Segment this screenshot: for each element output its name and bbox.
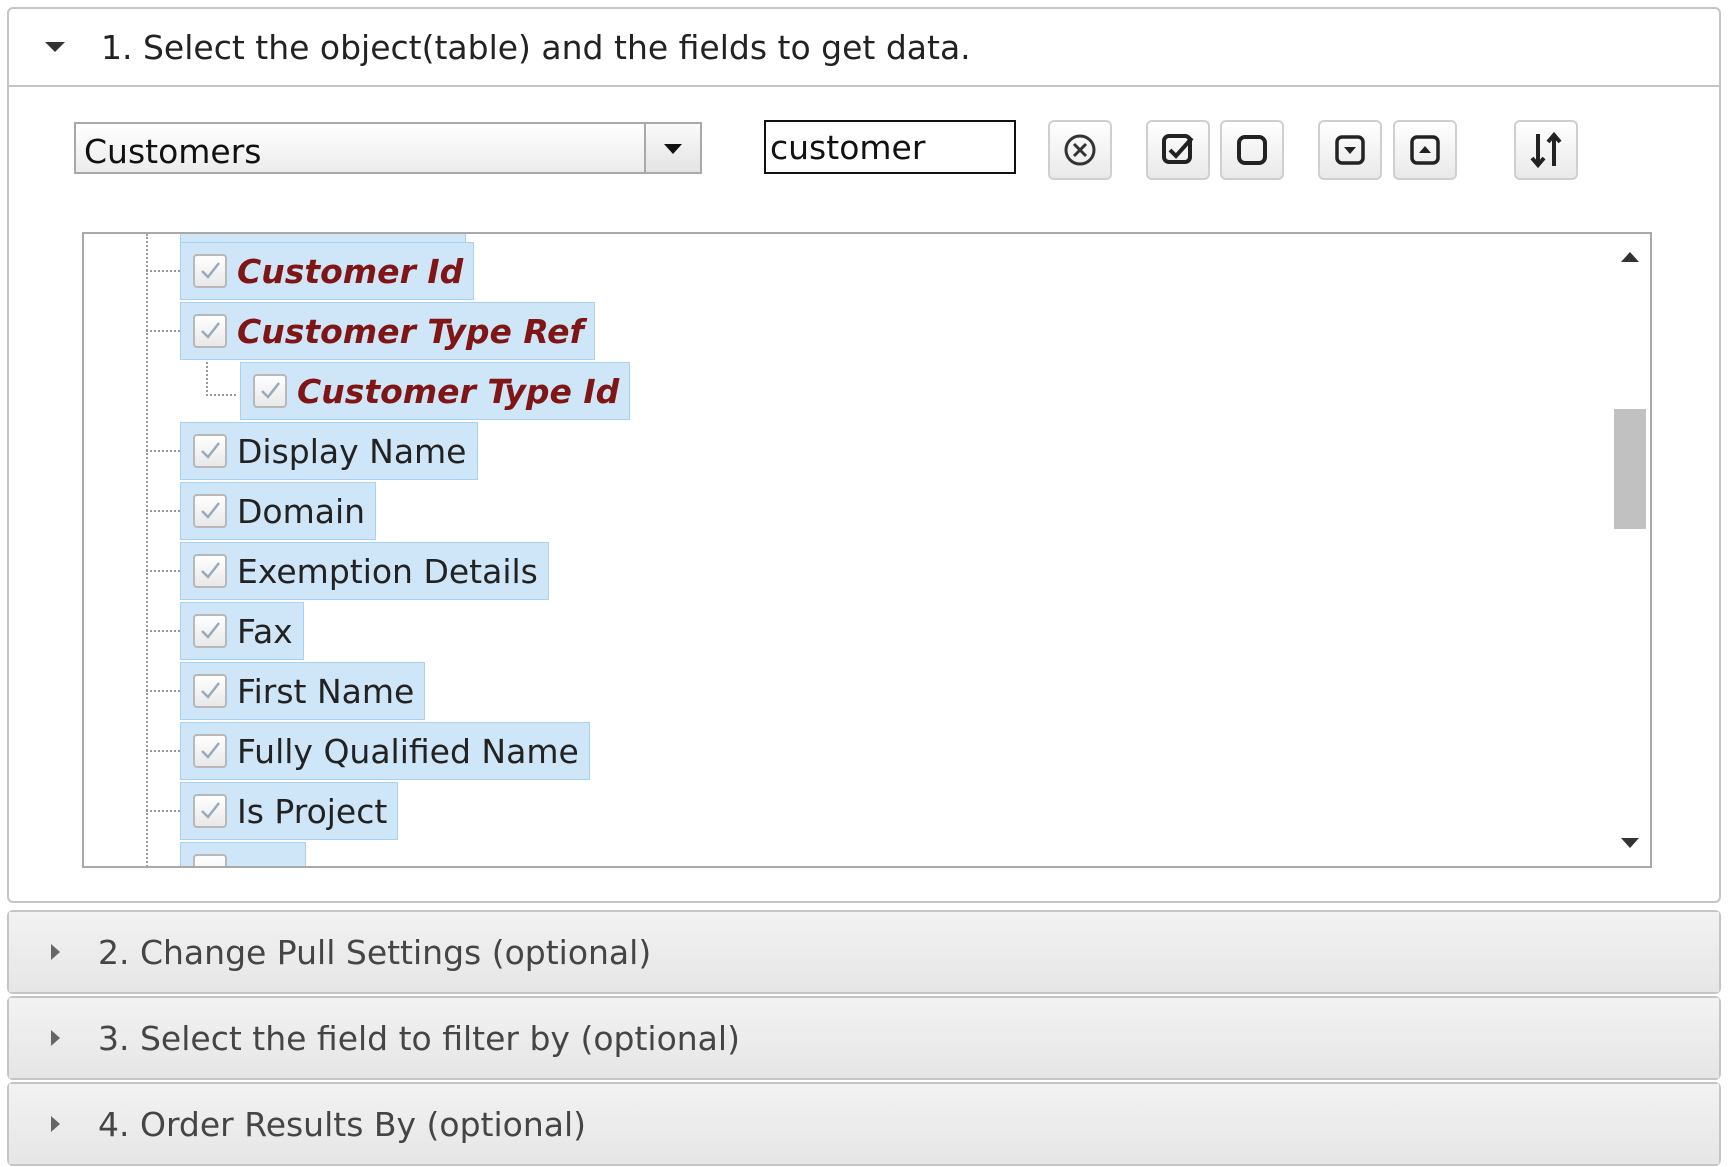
tree-node[interactable]: Fully Qualified Name	[180, 722, 590, 780]
checkbox-icon[interactable]	[193, 254, 227, 288]
chevron-right-icon[interactable]	[51, 944, 60, 960]
section-pull-settings[interactable]: 2. Change Pull Settings (optional)	[7, 910, 1721, 994]
checkbox-icon[interactable]	[193, 734, 227, 768]
expand-all-icon	[1335, 135, 1365, 165]
tree-scrollbar[interactable]	[1610, 234, 1650, 866]
scroll-up-icon[interactable]	[1621, 252, 1639, 262]
tree-node[interactable]: Domain	[180, 482, 377, 540]
tree-node-label: Is Project	[237, 791, 388, 831]
collapse-all-icon	[1410, 135, 1440, 165]
collapse-all-button[interactable]	[1393, 120, 1457, 180]
checkbox-icon[interactable]	[193, 314, 227, 348]
section-filter[interactable]: 3. Select the field to filter by (option…	[7, 996, 1721, 1080]
tree-connector	[146, 630, 180, 632]
sort-icon	[1530, 131, 1562, 169]
tree-node[interactable]: Is Project	[180, 782, 399, 840]
field-tree: Customer Id Customer Type Ref Customer T…	[82, 232, 1652, 868]
tree-connector	[206, 394, 236, 396]
tree-connector	[206, 358, 208, 396]
dropdown-arrow-button[interactable]	[644, 124, 700, 172]
tree-connector	[146, 570, 180, 572]
chevron-right-icon[interactable]	[51, 1030, 60, 1046]
uncheck-all-icon	[1237, 135, 1267, 165]
checkbox-icon[interactable]	[193, 794, 227, 828]
tree-node-label: Fully Qualified Name	[237, 731, 579, 771]
checkbox-icon[interactable]	[193, 494, 227, 528]
caret-down-icon	[664, 144, 682, 154]
tree-connector	[146, 810, 180, 812]
tree-node-label: Fax	[237, 611, 293, 651]
tree-node[interactable]: Exemption Details	[180, 542, 549, 600]
uncheck-all-button[interactable]	[1220, 120, 1284, 180]
tree-node[interactable]: Display Name	[180, 422, 478, 480]
clear-search-button[interactable]	[1048, 120, 1112, 180]
section-title: 3. Select the field to filter by (option…	[98, 1018, 740, 1058]
checkbox-icon[interactable]	[193, 434, 227, 468]
tree-node[interactable]: First Name	[180, 662, 426, 720]
checkbox-icon[interactable]	[193, 674, 227, 708]
tree-connector	[146, 750, 180, 752]
section-header-3[interactable]: 3. Select the field to filter by (option…	[9, 998, 1719, 1078]
scrollbar-thumb[interactable]	[1614, 409, 1646, 529]
field-search-input[interactable]	[764, 120, 1016, 174]
checkbox-icon[interactable]	[193, 554, 227, 588]
tree-node-label: Customer Type Ref	[237, 311, 584, 351]
object-dropdown-value: Customers	[84, 132, 262, 171]
tree-connector	[146, 450, 180, 452]
tree-node[interactable]: Customer Type Ref	[180, 302, 595, 360]
object-dropdown[interactable]: Customers	[74, 122, 702, 174]
section-order[interactable]: 4. Order Results By (optional)	[7, 1082, 1721, 1166]
tree-node[interactable]: Fax	[180, 602, 304, 660]
check-all-icon	[1162, 134, 1194, 164]
tree-connector	[146, 690, 180, 692]
section-header-4[interactable]: 4. Order Results By (optional)	[9, 1084, 1719, 1164]
section-title: 1. Select the object(table) and the fiel…	[101, 27, 971, 67]
tree-node-label: Domain	[237, 491, 366, 531]
tree-node-label: Customer Type Id	[297, 371, 620, 411]
tree-node[interactable]: Customer Type Id	[240, 362, 631, 420]
section-title: 2. Change Pull Settings (optional)	[98, 932, 652, 972]
check-all-button[interactable]	[1146, 120, 1210, 180]
sort-button[interactable]	[1514, 120, 1578, 180]
checkbox-icon[interactable]	[253, 374, 287, 408]
chevron-down-icon[interactable]	[45, 42, 65, 52]
chevron-right-icon[interactable]	[51, 1116, 60, 1132]
checkbox-icon[interactable]	[193, 854, 227, 866]
clear-search-icon	[1064, 134, 1096, 166]
tree-node-label: First Name	[237, 671, 415, 711]
section-header-2[interactable]: 2. Change Pull Settings (optional)	[9, 912, 1719, 992]
expand-all-button[interactable]	[1318, 120, 1382, 180]
tree-connector	[146, 330, 180, 332]
tree-connector	[146, 270, 180, 272]
tree-node-label: Customer Id	[237, 251, 464, 291]
tree-node-label: Exemption Details	[237, 551, 538, 591]
tree-node[interactable]	[180, 842, 306, 866]
checkbox-icon[interactable]	[193, 614, 227, 648]
scroll-down-icon[interactable]	[1621, 838, 1639, 848]
tree-node-label: Display Name	[237, 431, 467, 471]
tree-connector	[146, 510, 180, 512]
tree-node[interactable]: Customer Id	[180, 242, 475, 300]
section-header-1[interactable]: 1. Select the object(table) and the fiel…	[9, 9, 1719, 87]
section-title: 4. Order Results By (optional)	[98, 1104, 587, 1144]
